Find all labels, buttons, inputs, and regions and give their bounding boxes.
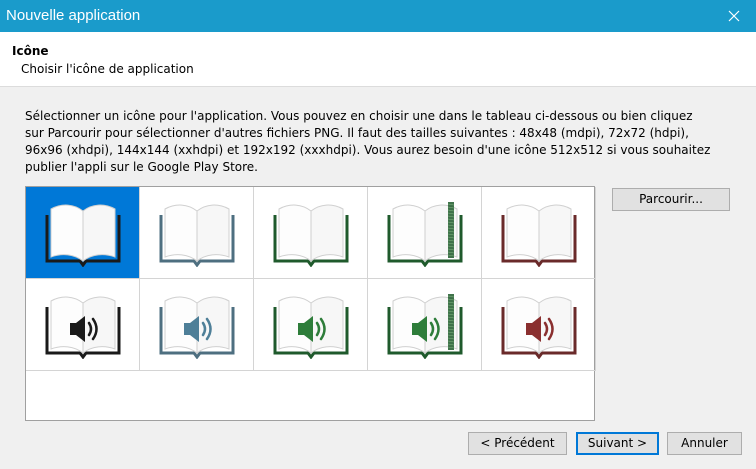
window-title: Nouvelle application [6,7,141,24]
title-bar: Nouvelle application [0,0,756,32]
icon-cell[interactable] [482,187,596,279]
icon-cell[interactable] [26,187,140,279]
book-green-bookmark-icon [387,202,463,267]
icon-cell[interactable] [26,279,140,371]
icon-cell[interactable] [368,187,482,279]
icon-cell[interactable] [368,279,482,371]
previous-button[interactable]: < Précédent [468,432,567,455]
next-button[interactable]: Suivant > [576,432,659,455]
audiobook-slate-icon [159,296,235,359]
icon-cell[interactable] [140,187,254,279]
icon-cell[interactable] [254,187,368,279]
close-icon [728,10,740,22]
close-button[interactable] [712,0,756,32]
audiobook-green-icon [273,296,349,359]
book-maroon-icon [501,204,577,267]
book-black-icon [45,204,121,267]
icon-grid[interactable] [25,186,596,421]
icon-cell[interactable] [254,279,368,371]
audiobook-green-bookmark-icon [387,294,463,359]
instructions-text: Sélectionner un icône pour l'application… [25,109,711,174]
audiobook-black-icon [45,296,121,359]
browse-button[interactable]: Parcourir... [612,188,730,211]
book-slate-icon [159,204,235,267]
page-title: Icône [12,44,49,58]
book-green-icon [273,204,349,267]
page-subtitle: Choisir l'icône de application [21,62,194,76]
cancel-button[interactable]: Annuler [667,432,742,455]
wizard-header: Icône Choisir l'icône de application [0,32,756,87]
audiobook-maroon-icon [501,296,577,359]
icon-cell[interactable] [482,279,596,371]
icon-cell[interactable] [140,279,254,371]
